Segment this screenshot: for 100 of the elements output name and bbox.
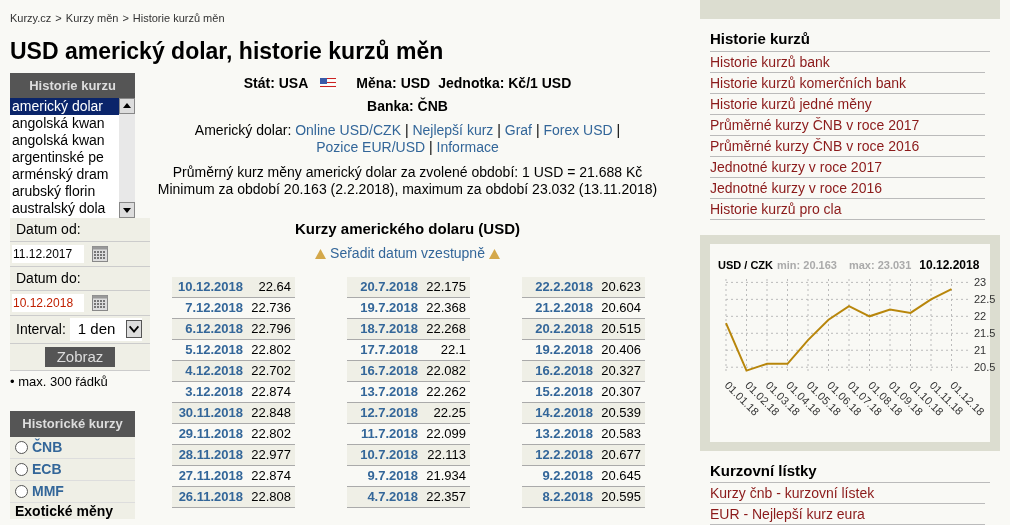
- scroll-down-icon[interactable]: [119, 202, 135, 218]
- date-link[interactable]: 21.2.2018: [522, 298, 597, 318]
- date-link[interactable]: 18.7.2018: [347, 319, 422, 339]
- sidebar-link[interactable]: Průměrné kurzy ČNB v roce 2017: [710, 114, 985, 136]
- scrollbar[interactable]: [119, 98, 135, 218]
- rate-value: 20.583: [600, 425, 642, 444]
- field-label: Datum od:: [10, 218, 150, 242]
- link-separator: |: [534, 121, 541, 138]
- date-link[interactable]: 8.2.2018: [522, 487, 597, 507]
- rate-value: 22.64: [257, 278, 292, 297]
- date-link[interactable]: 13.7.2018: [347, 382, 422, 402]
- rate-value: 22.175: [425, 278, 467, 297]
- date-link[interactable]: 11.7.2018: [347, 424, 422, 444]
- date-link[interactable]: 16.7.2018: [347, 361, 422, 381]
- page-title: USD americký dolar, historie kurzů měn: [10, 36, 445, 65]
- date-link[interactable]: 15.2.2018: [522, 382, 597, 402]
- sidebar-link[interactable]: Kurzy čnb - kurzovní lístek: [710, 483, 985, 504]
- date-link[interactable]: 19.2.2018: [522, 340, 597, 360]
- link-separator: |: [496, 121, 502, 138]
- sidebar-link[interactable]: Jednotné kurzy v roce 2017: [710, 156, 985, 178]
- date-link[interactable]: 10.12.2018: [172, 277, 247, 297]
- note: • max. 300 řádků: [10, 372, 109, 391]
- breadcrumb-link[interactable]: Historie kurzů měn: [132, 10, 225, 27]
- date-link[interactable]: 22.2.2018: [522, 277, 597, 297]
- radio-button[interactable]: [15, 462, 28, 476]
- scroll-up-icon[interactable]: [119, 98, 135, 114]
- rate-value: 22.874: [250, 383, 292, 402]
- calendar-icon[interactable]: [92, 295, 108, 311]
- info-link[interactable]: Informace: [436, 138, 499, 155]
- rate-value: 22.977: [250, 446, 292, 465]
- date-field[interactable]: 11.12.2017: [12, 245, 84, 263]
- date-link[interactable]: 29.11.2018: [172, 424, 247, 444]
- currency-option[interactable]: angolská kwan: [10, 115, 119, 132]
- info-link[interactable]: Nejlepší kurz: [412, 121, 494, 138]
- breadcrumb-link[interactable]: Kurzy.cz: [10, 10, 52, 27]
- date-link[interactable]: 13.2.2018: [522, 424, 597, 444]
- sidebar-link[interactable]: Historie kurzů komerčních bank: [710, 72, 985, 94]
- rate-value: 22.848: [250, 404, 292, 423]
- list-header: Historie kurzu: [10, 72, 135, 98]
- submit-button[interactable]: Zobraz: [44, 346, 116, 367]
- sidebar-link[interactable]: EUR - Nejlepší kurz eura: [710, 504, 985, 525]
- info-link[interactable]: Online USD/CZK: [295, 121, 401, 138]
- sort-arrow-icon: [488, 248, 500, 259]
- rate-value: 22.802: [250, 341, 292, 360]
- date-link[interactable]: 30.11.2018: [172, 403, 247, 423]
- breadcrumb-separator: >: [122, 11, 129, 26]
- date-link[interactable]: 6.12.2018: [172, 319, 247, 339]
- sidebar-link[interactable]: Historie kurzů pro cla: [710, 198, 985, 220]
- interval-select[interactable]: 1 den: [69, 318, 142, 341]
- sidebar-link[interactable]: Historie kurzů bank: [710, 51, 985, 73]
- sidebar-link[interactable]: Průměrné kurzy ČNB v roce 2016: [710, 135, 985, 157]
- y-tick-label: 22.5: [974, 292, 996, 305]
- breadcrumb-link[interactable]: Kurzy měn: [65, 10, 119, 27]
- info-link[interactable]: Pozice EUR/USD: [316, 138, 426, 155]
- currency-option[interactable]: arménský dram: [10, 166, 119, 183]
- rate-value: 20.406: [600, 341, 642, 360]
- date-link[interactable]: 12.2.2018: [522, 445, 597, 465]
- rate-value: 22.082: [425, 362, 467, 381]
- date-link[interactable]: 26.11.2018: [172, 487, 247, 507]
- radio-button[interactable]: [15, 440, 28, 454]
- date-link[interactable]: 3.12.2018: [172, 382, 247, 402]
- date-link[interactable]: 9.7.2018: [347, 466, 422, 486]
- links-label: Americký dolar:: [194, 121, 293, 138]
- sort-arrow-icon: [315, 248, 327, 259]
- date-link[interactable]: 27.11.2018: [172, 466, 247, 486]
- sidebar-link[interactable]: Historie kurzů jedné měny: [710, 93, 985, 115]
- breadcrumb-separator: >: [55, 11, 62, 26]
- sort-link[interactable]: Seřadit datum vzestupně: [330, 243, 485, 264]
- date-link[interactable]: 28.11.2018: [172, 445, 247, 465]
- rate-value: 20.515: [600, 320, 642, 339]
- radio-button[interactable]: [15, 484, 28, 498]
- y-tick-label: 23: [974, 275, 987, 288]
- date-link[interactable]: 7.12.2018: [172, 298, 247, 318]
- sidebar-link[interactable]: Jednotné kurzy v roce 2016: [710, 177, 985, 199]
- rate-value: 22.368: [425, 299, 467, 318]
- section-title: Historie kurzů: [710, 28, 990, 52]
- date-link[interactable]: 12.7.2018: [347, 403, 422, 423]
- info-link[interactable]: Forex USD: [543, 121, 613, 138]
- date-link[interactable]: 4.7.2018: [347, 487, 422, 507]
- currency-option[interactable]: argentinské pe: [10, 149, 119, 166]
- date-link[interactable]: 17.7.2018: [347, 340, 422, 360]
- rate-value: 20.604: [600, 299, 642, 318]
- info-link[interactable]: Graf: [504, 121, 532, 138]
- calendar-icon[interactable]: [92, 246, 108, 262]
- date-link[interactable]: 10.7.2018: [347, 445, 422, 465]
- date-link[interactable]: 4.12.2018: [172, 361, 247, 381]
- rate-value: 20.677: [600, 446, 642, 465]
- date-link[interactable]: 19.7.2018: [347, 298, 422, 318]
- currency-option[interactable]: angolská kwan: [10, 132, 119, 149]
- date-link[interactable]: 5.12.2018: [172, 340, 247, 360]
- date-link[interactable]: 16.2.2018: [522, 361, 597, 381]
- currency-option[interactable]: arubský florin: [10, 183, 119, 200]
- date-link[interactable]: 9.2.2018: [522, 466, 597, 486]
- currency-option[interactable]: australský dola: [10, 200, 119, 217]
- date-field[interactable]: 10.12.2018: [12, 294, 84, 312]
- link-separator: |: [428, 138, 434, 155]
- date-link[interactable]: 14.2.2018: [522, 403, 597, 423]
- currency-option[interactable]: americký dolar: [10, 98, 119, 115]
- date-link[interactable]: 20.7.2018: [347, 277, 422, 297]
- date-link[interactable]: 20.2.2018: [522, 319, 597, 339]
